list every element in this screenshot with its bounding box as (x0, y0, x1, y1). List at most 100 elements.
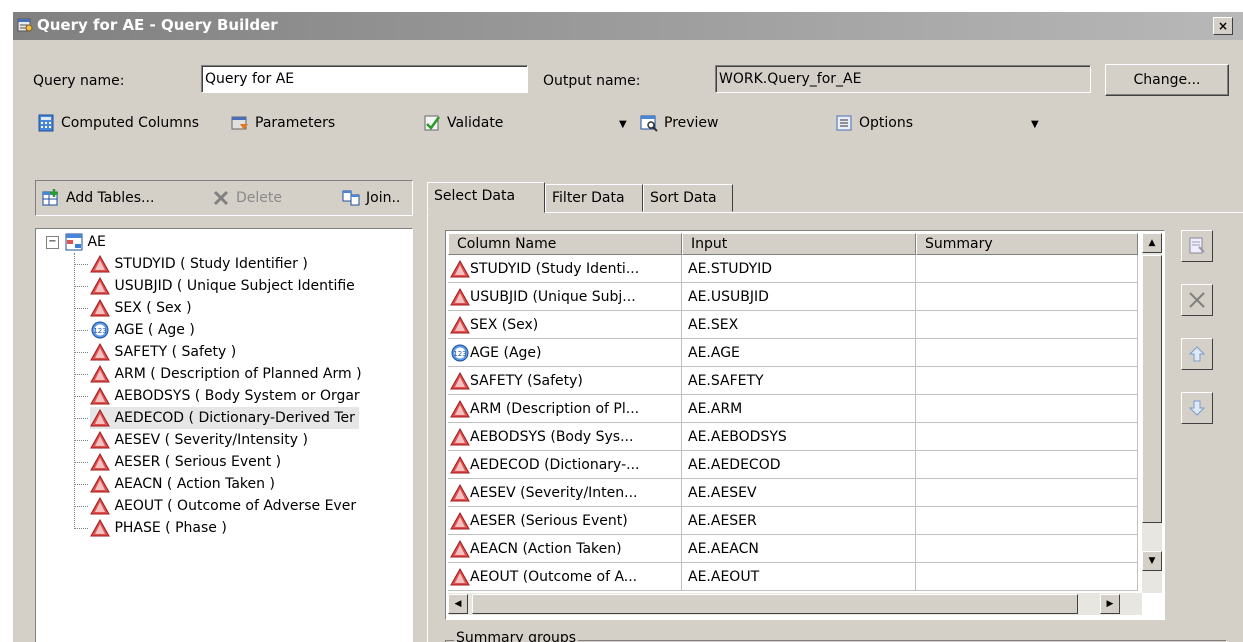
cell-summary[interactable] (916, 255, 1138, 283)
scroll-down-button[interactable]: ▼ (1142, 551, 1162, 571)
character-column-icon (90, 386, 110, 405)
scroll-right-button[interactable]: ▶ (1100, 594, 1120, 614)
table-row[interactable]: USUBJID (Unique Subj... AE.USUBJID (448, 283, 1138, 311)
table-row[interactable]: AEDECOD (Dictionary-... AE.AEDECOD (448, 451, 1138, 479)
output-name-field[interactable] (715, 65, 1091, 93)
column-properties-button[interactable] (1181, 230, 1213, 262)
delete-label: Delete (236, 190, 282, 206)
delete-button[interactable]: Delete (212, 189, 282, 207)
add-tables-button[interactable]: Add Tables... (42, 189, 154, 207)
cell-input[interactable]: AE.USUBJID (682, 283, 916, 311)
tree-item[interactable]: AESEV ( Severity/Intensity ) (90, 429, 312, 451)
options-button[interactable]: Options (835, 114, 913, 132)
table-row[interactable]: 123 AGE (Age) AE.AGE (448, 339, 1138, 367)
tree-item[interactable]: AEOUT ( Outcome of Adverse Ever (90, 495, 360, 517)
cell-summary[interactable] (916, 367, 1138, 395)
cell-input[interactable]: AE.AEDECOD (682, 451, 916, 479)
cell-summary[interactable] (916, 423, 1138, 451)
table-row[interactable]: ARM (Description of Pl... AE.ARM (448, 395, 1138, 423)
tree-item[interactable]: USUBJID ( Unique Subject Identifie (90, 275, 359, 297)
tree-item[interactable]: AEBODSYS ( Body System or Orgar (90, 385, 364, 407)
cell-summary[interactable] (916, 479, 1138, 507)
tree-item[interactable]: AEDECOD ( Dictionary-Derived Ter (90, 407, 359, 429)
move-down-button[interactable] (1181, 392, 1213, 424)
close-button[interactable]: × (1213, 17, 1233, 35)
cell-summary[interactable] (916, 311, 1138, 339)
horizontal-scroll-thumb[interactable] (472, 594, 1078, 614)
cell-column-name[interactable]: AEOUT (Outcome of A... (448, 563, 682, 591)
preview-button[interactable]: Preview (640, 114, 719, 132)
cell-summary[interactable] (916, 339, 1138, 367)
move-up-button[interactable] (1181, 338, 1213, 370)
cell-column-name[interactable]: STUDYID (Study Identi... (448, 255, 682, 283)
cell-column-name[interactable]: SEX (Sex) (448, 311, 682, 339)
table-row[interactable]: AESEV (Severity/Inten... AE.AESEV (448, 479, 1138, 507)
cell-column-name[interactable]: AEDECOD (Dictionary-... (448, 451, 682, 479)
tree-item[interactable]: 123 AGE ( Age ) (90, 319, 199, 341)
scroll-up-button[interactable]: ▲ (1142, 233, 1162, 253)
cell-column-name[interactable]: USUBJID (Unique Subj... (448, 283, 682, 311)
tree-root[interactable]: − AE (46, 231, 106, 253)
tree-item[interactable]: PHASE ( Phase ) (90, 517, 231, 539)
tree-item[interactable]: ARM ( Description of Planned Arm ) (90, 363, 366, 385)
cell-summary[interactable] (916, 283, 1138, 311)
query-name-input[interactable] (201, 65, 528, 93)
grid-vertical-scrollbar[interactable]: ▲ ▼ (1142, 233, 1162, 593)
cell-column-name[interactable]: 123 AGE (Age) (448, 339, 682, 367)
tree-item[interactable]: SAFETY ( Safety ) (90, 341, 240, 363)
column-header-summary[interactable]: Summary (916, 233, 1138, 255)
column-header-input[interactable]: Input (682, 233, 916, 255)
arrow-up-icon (1188, 346, 1206, 362)
cell-input[interactable]: AE.SEX (682, 311, 916, 339)
cell-input[interactable]: AE.AESEV (682, 479, 916, 507)
collapse-icon[interactable]: − (46, 235, 59, 249)
cell-input[interactable]: AE.AGE (682, 339, 916, 367)
cell-input[interactable]: AE.ARM (682, 395, 916, 423)
cell-column-name[interactable]: ARM (Description of Pl... (448, 395, 682, 423)
cell-input[interactable]: AE.AEACN (682, 535, 916, 563)
title-bar[interactable]: Query for AE - Query Builder × (13, 12, 1243, 40)
table-row[interactable]: AESER (Serious Event) AE.AESER (448, 507, 1138, 535)
change-button[interactable]: Change... (1105, 64, 1229, 96)
tree-item[interactable]: STUDYID ( Study Identifier ) (90, 253, 312, 275)
tree-item[interactable]: AEACN ( Action Taken ) (90, 473, 279, 495)
cell-input[interactable]: AE.SAFETY (682, 367, 916, 395)
cell-column-name[interactable]: AEBODSYS (Body Sys... (448, 423, 682, 451)
join-button[interactable]: Join.. (342, 189, 400, 207)
table-row[interactable]: AEACN (Action Taken) AE.AEACN (448, 535, 1138, 563)
parameters-button[interactable]: Parameters (231, 114, 335, 132)
tree-item[interactable]: SEX ( Sex ) (90, 297, 196, 319)
table-row[interactable]: AEOUT (Outcome of A... AE.AEOUT (448, 563, 1138, 591)
cell-column-name[interactable]: AESEV (Severity/Inten... (448, 479, 682, 507)
grid-horizontal-scrollbar[interactable]: ◀ ▶ (448, 593, 1142, 615)
cell-input[interactable]: AE.AEBODSYS (682, 423, 916, 451)
cell-summary[interactable] (916, 395, 1138, 423)
cell-summary[interactable] (916, 451, 1138, 479)
tab-select-data[interactable]: Select Data (427, 182, 545, 213)
validate-dropdown-icon[interactable]: ▼ (619, 119, 627, 130)
scroll-left-button[interactable]: ◀ (448, 594, 468, 614)
computed-columns-button[interactable]: Computed Columns (37, 114, 199, 132)
cell-summary[interactable] (916, 507, 1138, 535)
table-row[interactable]: SEX (Sex) AE.SEX (448, 311, 1138, 339)
scroll-thumb[interactable] (1142, 255, 1162, 523)
tree-item-label: AESEV ( Severity/Intensity ) (114, 432, 308, 448)
validate-button[interactable]: Validate (423, 114, 503, 132)
options-dropdown-icon[interactable]: ▼ (1031, 119, 1039, 130)
tab-sort-data[interactable]: Sort Data (643, 184, 733, 212)
table-row[interactable]: AEBODSYS (Body Sys... AE.AEBODSYS (448, 423, 1138, 451)
table-row[interactable]: SAFETY (Safety) AE.SAFETY (448, 367, 1138, 395)
cell-input[interactable]: AE.AEOUT (682, 563, 916, 591)
tab-filter-data[interactable]: Filter Data (545, 184, 643, 212)
remove-column-button[interactable] (1181, 284, 1213, 316)
cell-summary[interactable] (916, 535, 1138, 563)
cell-column-name[interactable]: SAFETY (Safety) (448, 367, 682, 395)
cell-column-name[interactable]: AESER (Serious Event) (448, 507, 682, 535)
cell-summary[interactable] (916, 563, 1138, 591)
table-row[interactable]: STUDYID (Study Identi... AE.STUDYID (448, 255, 1138, 283)
tree-item[interactable]: AESER ( Serious Event ) (90, 451, 285, 473)
cell-column-name[interactable]: AEACN (Action Taken) (448, 535, 682, 563)
column-header-name[interactable]: Column Name (448, 233, 682, 255)
cell-input[interactable]: AE.AESER (682, 507, 916, 535)
cell-input[interactable]: AE.STUDYID (682, 255, 916, 283)
